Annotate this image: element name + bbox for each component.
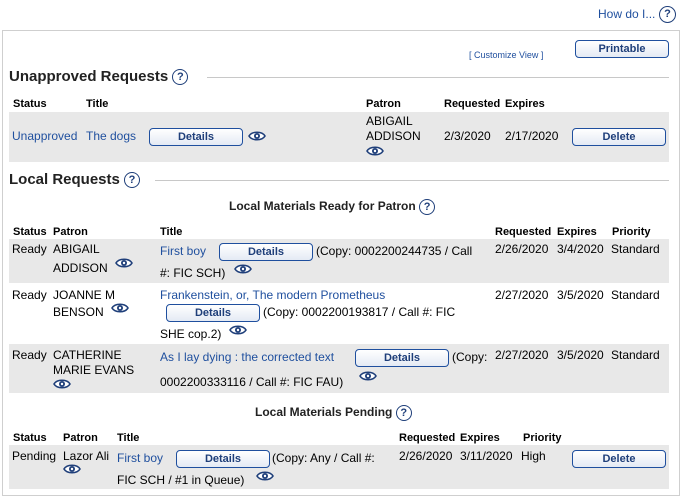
status-text: Ready <box>12 288 47 302</box>
patron-name: Lazor Ali <box>63 449 110 463</box>
title-link[interactable]: Frankenstein, or, The modern Prometheus <box>160 288 385 302</box>
patron-name: ABIGAIL <box>53 242 100 256</box>
priority-text: Standard <box>611 288 660 302</box>
unapproved-requests-heading: Unapproved Requests ? <box>9 68 189 86</box>
eye-icon[interactable] <box>63 463 81 475</box>
patron-name: ABIGAIL <box>366 114 413 128</box>
printable-button[interactable]: Printable <box>575 40 669 58</box>
requested-date: 2/26/2020 <box>495 242 549 256</box>
col-header-priority: Priority <box>612 226 651 238</box>
copy-info: (Copy: 0002200193817 / Call #: FIC <box>263 305 456 319</box>
priority-text: Standard <box>611 348 660 362</box>
ready-subheading: Local Materials Ready for Patron ? <box>229 199 436 215</box>
delete-button[interactable]: Delete <box>572 450 666 468</box>
priority-text: High <box>521 449 546 463</box>
local-title: Local Requests <box>9 171 120 188</box>
col-header-title: Title <box>160 226 183 238</box>
details-button[interactable]: Details <box>166 304 260 322</box>
requested-date: 2/3/2020 <box>444 129 491 143</box>
how-do-i-link[interactable]: How do I... <box>598 7 655 21</box>
requested-date: 2/26/2020 <box>399 449 453 463</box>
help-icon[interactable]: ? <box>659 6 676 23</box>
priority-text: Standard <box>611 242 660 256</box>
col-header-expires: Expires <box>557 226 597 238</box>
col-header-title: Title <box>117 432 140 444</box>
copy-info: (Copy: 0002200244735 / Call <box>316 244 473 258</box>
col-header-patron: Patron <box>366 98 401 110</box>
eye-icon[interactable] <box>115 257 133 269</box>
ready-title: Local Materials Ready for Patron <box>229 199 416 214</box>
copy-info: (Copy: Any / Call #: <box>272 451 375 465</box>
col-header-requested: Requested <box>399 432 456 444</box>
copy-info: SHE cop.2) <box>160 327 222 341</box>
expires-date: 3/5/2020 <box>557 288 604 302</box>
customize-view-link[interactable]: [ Customize View ] <box>469 50 543 60</box>
col-header-requested: Requested <box>444 98 501 110</box>
patron-name: MARIE EVANS <box>53 363 135 377</box>
copy-info: FIC SCH / #1 in Queue) <box>117 473 245 487</box>
patron-name: JOANNE M <box>53 288 116 302</box>
eye-icon[interactable] <box>53 378 71 390</box>
section-divider <box>207 77 669 78</box>
patron-name: CATHERINE <box>53 348 122 362</box>
eye-icon[interactable] <box>229 324 247 336</box>
expires-date: 3/11/2020 <box>460 449 513 463</box>
status-unapproved-link[interactable]: Unapproved <box>12 129 77 143</box>
eye-icon[interactable] <box>359 370 377 382</box>
pending-subheading: Local Materials Pending ? <box>255 405 412 421</box>
col-header-expires: Expires <box>460 432 500 444</box>
col-header-expires: Expires <box>505 98 545 110</box>
unapproved-title: Unapproved Requests <box>9 68 169 85</box>
col-header-patron: Patron <box>63 432 98 444</box>
copy-info: 0002200333116 / Call #: FIC FAU) <box>160 375 344 389</box>
details-button[interactable]: Details <box>355 349 449 367</box>
status-text: Ready <box>12 242 47 256</box>
expires-date: 3/4/2020 <box>557 242 604 256</box>
local-requests-heading: Local Requests ? <box>9 171 141 189</box>
status-text: Ready <box>12 348 47 362</box>
details-button[interactable]: Details <box>219 243 313 261</box>
details-button[interactable]: Details <box>149 128 243 146</box>
eye-icon[interactable] <box>366 145 384 157</box>
col-header-status: Status <box>13 98 47 110</box>
status-text: Pending <box>12 449 57 463</box>
patron-name: ADDISON <box>53 261 108 275</box>
help-icon[interactable]: ? <box>172 69 189 86</box>
pending-title: Local Materials Pending <box>255 405 393 420</box>
help-icon[interactable]: ? <box>124 172 141 189</box>
delete-button[interactable]: Delete <box>572 128 666 146</box>
col-header-patron: Patron <box>53 226 88 238</box>
col-header-requested: Requested <box>495 226 552 238</box>
title-link[interactable]: The dogs <box>86 129 136 143</box>
patron-name: ADDISON <box>366 129 421 143</box>
patron-name: BENSON <box>53 305 104 319</box>
help-icon[interactable]: ? <box>419 199 436 215</box>
expires-date: 3/5/2020 <box>557 348 604 362</box>
col-header-title: Title <box>86 98 109 110</box>
col-header-status: Status <box>13 432 47 444</box>
help-icon[interactable]: ? <box>395 405 412 421</box>
col-header-status: Status <box>13 226 47 238</box>
copy-info: (Copy: <box>452 350 488 364</box>
copy-info: #: FIC SCH) <box>160 266 226 280</box>
requested-date: 2/27/2020 <box>495 348 549 362</box>
eye-icon[interactable] <box>248 130 266 142</box>
requested-date: 2/27/2020 <box>495 288 549 302</box>
title-link[interactable]: First boy <box>160 244 206 258</box>
expires-date: 2/17/2020 <box>505 129 559 143</box>
title-link[interactable]: First boy <box>117 451 163 465</box>
eye-icon[interactable] <box>256 470 274 482</box>
section-divider <box>155 180 669 181</box>
eye-icon[interactable] <box>111 302 129 314</box>
title-link[interactable]: As I lay dying : the corrected text <box>160 350 334 364</box>
details-button[interactable]: Details <box>176 450 270 468</box>
eye-icon[interactable] <box>234 263 252 275</box>
col-header-priority: Priority <box>523 432 562 444</box>
